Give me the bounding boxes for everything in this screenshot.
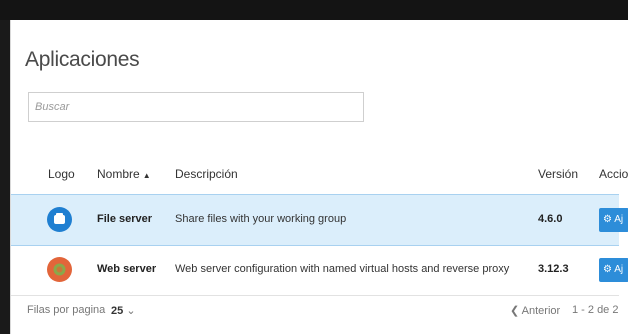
file-server-logo-icon bbox=[47, 207, 72, 232]
web-server-logo-graphic bbox=[47, 257, 72, 282]
rows-per-page-value: 25 bbox=[111, 305, 124, 317]
table-row[interactable]: File server Share files with your workin… bbox=[11, 194, 628, 246]
page-title: Aplicaciones bbox=[25, 48, 140, 71]
app-version: 3.12.3 bbox=[538, 263, 569, 275]
table-footer: Filas por pagina 25 ⌄ ❮ Anterior 1 - 2 d… bbox=[11, 294, 619, 334]
app-name[interactable]: Web server bbox=[97, 263, 156, 275]
rows-per-page-label: Filas por pagina bbox=[27, 304, 106, 316]
configure-button[interactable]: ⚙ Aj bbox=[599, 258, 628, 282]
applications-panel: Aplicaciones Logo Nombre▲ Descripción Ve… bbox=[10, 20, 628, 334]
previous-page-button[interactable]: ❮ Anterior bbox=[510, 304, 560, 317]
web-server-logo-icon bbox=[47, 257, 72, 282]
column-header-name[interactable]: Nombre ▲ bbox=[97, 167, 151, 181]
column-header-logo: Logo bbox=[48, 167, 75, 181]
configure-button[interactable]: ⚙ Aj bbox=[599, 208, 628, 232]
search-input[interactable] bbox=[28, 92, 364, 122]
app-description: Share files with your working group bbox=[175, 213, 347, 225]
app-version: 4.6.0 bbox=[538, 213, 563, 225]
app-description: Web server configuration with named virt… bbox=[175, 263, 510, 275]
table-row[interactable]: Web server Web server configuration with… bbox=[11, 245, 628, 296]
column-header-actions: Accio bbox=[599, 167, 628, 181]
column-header-version[interactable]: Versión bbox=[538, 167, 578, 181]
rows-per-page-select[interactable]: 25 ⌄ bbox=[111, 304, 136, 317]
column-header-description[interactable]: Descripción bbox=[175, 167, 238, 181]
pagination-range: 1 - 2 de 2 bbox=[572, 304, 619, 316]
chevron-down-icon: ⌄ bbox=[126, 305, 136, 317]
table-header: Logo Nombre ▲ Descripción Versión Accio bbox=[11, 150, 628, 195]
top-bar bbox=[0, 0, 628, 20]
app-name[interactable]: File server bbox=[97, 213, 152, 225]
sort-ascending-icon: ▲ bbox=[142, 171, 151, 180]
file-server-logo-graphic bbox=[47, 207, 72, 232]
column-header-name-label: Nombre bbox=[97, 167, 140, 181]
